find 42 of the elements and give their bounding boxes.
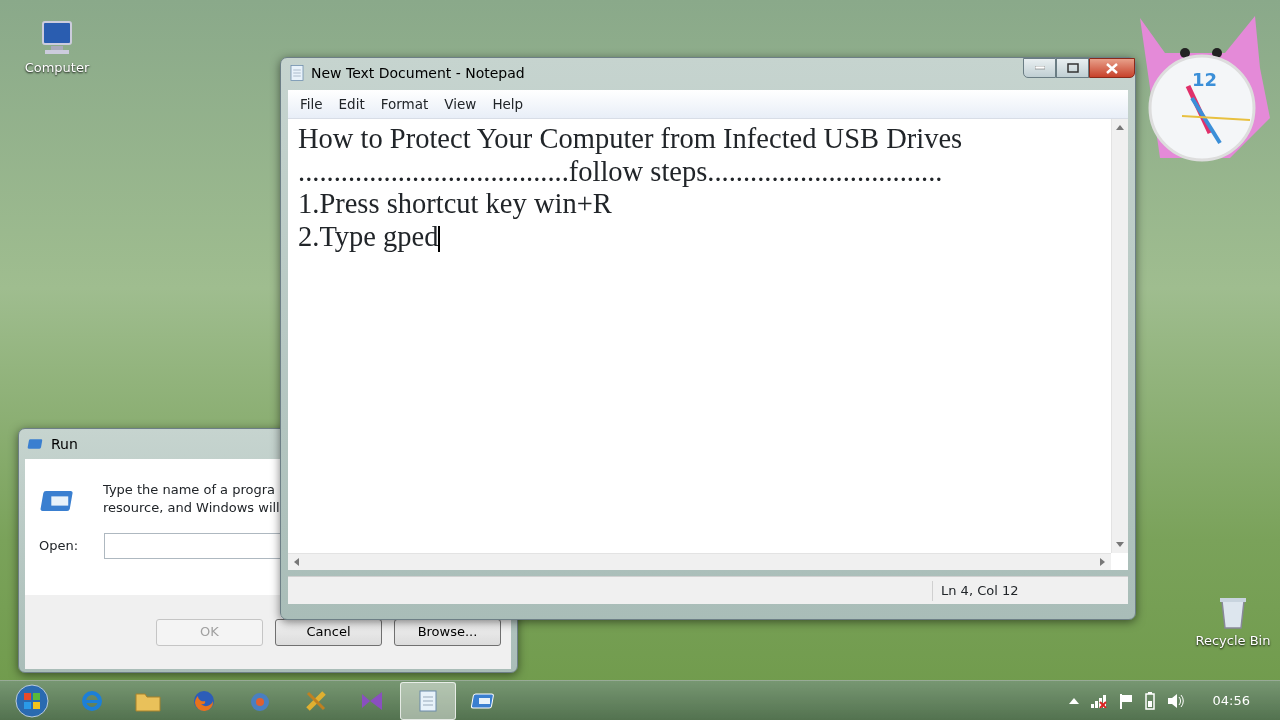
show-hidden-icons-icon[interactable]: [1068, 696, 1079, 705]
scroll-left-icon[interactable]: [294, 558, 299, 567]
maximize-button[interactable]: [1056, 58, 1089, 78]
window-title: New Text Document - Notepad: [311, 63, 525, 83]
flag-icon[interactable]: [1118, 692, 1133, 709]
text-line: How to Protect Your Computer from Infected USB Drives: [298, 123, 964, 156]
browse-button[interactable]: Browse...: [394, 618, 501, 646]
vertical-scrollbar[interactable]: [1111, 119, 1128, 554]
menu-item[interactable]: Help: [484, 92, 532, 117]
window-title: Run: [51, 434, 78, 454]
run-window-icon: [27, 438, 45, 450]
menu-item[interactable]: Format: [372, 92, 437, 117]
text-line: 2.Type gped: [298, 220, 442, 254]
text-caret: [438, 226, 441, 253]
text-line: 1.Press shortcut key win+R: [298, 188, 613, 221]
scroll-right-icon[interactable]: [1100, 558, 1105, 567]
cancel-button[interactable]: Cancel: [275, 618, 382, 646]
text-editor[interactable]: How to Protect Your Computer from Infected USB Drives ......................................follow steps................................. 1.Press shortcut key win+R 2.Type gped: [288, 119, 1128, 571]
trash-bin-icon[interactable]: [1218, 595, 1248, 629]
menu-item[interactable]: Edit: [330, 92, 373, 117]
battery-icon[interactable]: [1144, 691, 1155, 710]
close-button[interactable]: [1089, 58, 1135, 78]
close-icon: [1106, 62, 1118, 74]
open-field[interactable]: [104, 533, 283, 559]
open-label: Open:: [39, 537, 79, 556]
notepad-icon: [289, 64, 305, 82]
text-line: ......................................follow steps.................................: [298, 155, 944, 189]
cursor-position: Ln 4, Col 12: [932, 581, 1128, 601]
clock-numeral: 12: [1192, 69, 1218, 90]
minimize-button[interactable]: [1023, 58, 1056, 78]
menu-item[interactable]: File: [292, 92, 331, 117]
clock-time[interactable]: 04:56: [1212, 690, 1250, 711]
minimize-icon: [1034, 66, 1045, 70]
speaker-icon[interactable]: [1166, 692, 1185, 709]
dialog-message: Type the name of a progra resource, and Windows will: [103, 481, 280, 517]
scroll-down-icon[interactable]: [1116, 542, 1124, 548]
scroll-up-icon[interactable]: [1116, 125, 1124, 131]
maximize-icon: [1066, 63, 1079, 73]
signal-bars-icon[interactable]: [1090, 693, 1107, 708]
notepad-icon[interactable]: [400, 681, 456, 720]
menu-item[interactable]: View: [436, 92, 485, 117]
horizontal-scrollbar[interactable]: [288, 553, 1111, 571]
